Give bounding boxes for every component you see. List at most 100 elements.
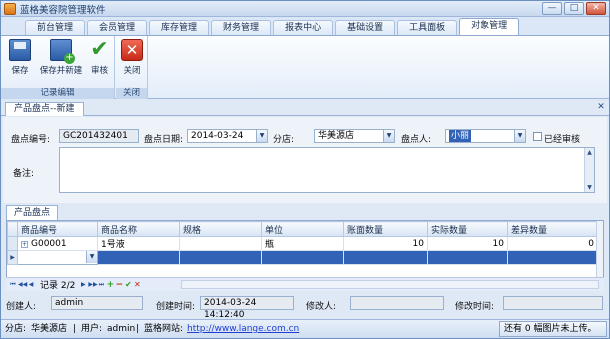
close-button[interactable]: ✕ 关闭 xyxy=(119,39,145,83)
save-and-new-button[interactable]: 保存并新建 xyxy=(36,39,86,83)
confirm-edit-icon[interactable]: ✔ xyxy=(124,280,132,289)
ribbon-group-record-edit: 保存 保存并新建 ✔ 审核 记录编辑 xyxy=(1,36,115,99)
chevron-down-icon[interactable]: ▼ xyxy=(86,251,97,263)
app-logo-icon xyxy=(4,2,16,15)
column-header-name[interactable]: 商品名称 xyxy=(97,221,180,237)
tab-tools[interactable]: 工具面板 xyxy=(397,20,458,35)
tab-reports[interactable]: 报表中心 xyxy=(273,20,334,35)
chevron-down-icon[interactable]: ▼ xyxy=(383,130,394,142)
save-and-new-label: 保存并新建 xyxy=(39,66,83,76)
delete-record-icon[interactable]: − xyxy=(115,280,124,289)
creator-field: admin xyxy=(51,296,143,310)
document-tab-bar: 产品盘点--新建 ✕ xyxy=(1,100,609,116)
cell-book-qty[interactable]: 10 xyxy=(343,236,428,251)
status-bar: 分店: 华美源店 | 用户: admin | 蓝格网站: http://www.… xyxy=(1,319,609,338)
first-record-icon[interactable]: ⏮ xyxy=(9,281,17,289)
next-record-icon[interactable]: ▶ xyxy=(79,281,87,289)
chevron-down-icon[interactable]: ▼ xyxy=(514,130,525,142)
close-group-label: 关闭 xyxy=(116,88,147,99)
tab-basic-settings[interactable]: 基础设置 xyxy=(335,20,396,35)
date-picker[interactable]: 2014-03-24 ▼ xyxy=(187,129,268,143)
audited-checkbox[interactable] xyxy=(533,132,542,141)
column-header-diff-qty[interactable]: 差异数量 xyxy=(507,221,598,237)
ribbon-group-close: ✕ 关闭 关闭 xyxy=(116,36,148,99)
new-row-cell[interactable] xyxy=(343,250,428,265)
last-record-icon[interactable]: ⏭ xyxy=(97,281,105,289)
close-icon: ✕ xyxy=(121,39,143,61)
new-row-cell[interactable] xyxy=(97,250,180,265)
audited-label: 已经审核 xyxy=(544,135,581,145)
store-label: 分店: xyxy=(273,135,295,145)
stocktake-table: 商品编号 商品名称 规格 单位 账面数量 实际数量 差异数量 + G00001 1… xyxy=(7,221,598,265)
new-row-cell[interactable] xyxy=(179,250,262,265)
product-stocktake-tab[interactable]: 产品盘点 xyxy=(6,205,59,220)
cell-code-text: G00001 xyxy=(31,238,67,249)
modifier-label: 修改人: xyxy=(306,302,337,312)
grid-horizontal-scrollbar[interactable] xyxy=(181,280,599,289)
new-row-cell[interactable] xyxy=(507,250,598,265)
add-record-icon[interactable]: + xyxy=(106,280,115,289)
row-indicator-header xyxy=(7,221,18,237)
scroll-up-icon[interactable]: ▲ xyxy=(585,148,594,157)
chevron-down-icon[interactable]: ▼ xyxy=(256,130,267,142)
code-field[interactable]: GC201432401 xyxy=(59,129,139,143)
tab-front-desk[interactable]: 前台管理 xyxy=(25,20,86,35)
status-store-value: 华美源店 xyxy=(31,324,68,334)
tab-finance[interactable]: 财务管理 xyxy=(211,20,272,35)
close-window-button[interactable]: ✕ xyxy=(586,2,606,15)
stocktake-form: 盘点编号: GC201432401 盘点日期: 2014-03-24 ▼ 分店:… xyxy=(3,117,607,203)
save-new-icon xyxy=(50,39,75,64)
new-row-cell[interactable] xyxy=(427,250,508,265)
table-row[interactable]: + G00001 1号液 瓶 10 10 0 xyxy=(7,236,598,251)
cell-code[interactable]: + G00001 xyxy=(17,236,98,251)
status-user-label: 用户: xyxy=(81,324,103,334)
remark-scrollbar[interactable]: ▲ ▼ xyxy=(584,148,594,192)
remark-label: 备注: xyxy=(13,169,35,179)
cell-unit[interactable]: 瓶 xyxy=(261,236,344,251)
close-button-label: 关闭 xyxy=(123,66,141,76)
column-header-spec[interactable]: 规格 xyxy=(179,221,262,237)
column-header-code[interactable]: 商品编号 xyxy=(17,221,98,237)
cell-name[interactable]: 1号液 xyxy=(97,236,180,251)
prev-page-icon[interactable]: ◀◀ xyxy=(18,281,27,289)
store-value: 华美源店 xyxy=(318,131,355,141)
cell-diff-qty[interactable]: 0 xyxy=(507,236,598,251)
upload-status: 还有 0 幅图片未上传。 xyxy=(499,321,607,337)
expand-row-icon[interactable]: + xyxy=(21,240,28,248)
window-controls: — □ ✕ xyxy=(542,2,606,15)
next-page-icon[interactable]: ▶▶ xyxy=(88,281,97,289)
website-link[interactable]: http://www.lange.com.cn xyxy=(187,320,299,338)
tab-inventory[interactable]: 库存管理 xyxy=(149,20,210,35)
remark-textarea[interactable]: ▲ ▼ xyxy=(59,147,595,193)
document-tab-stocktake-new[interactable]: 产品盘点--新建 xyxy=(5,102,84,116)
cancel-edit-icon[interactable]: ✕ xyxy=(133,280,141,289)
new-row-code-select[interactable]: ▼ xyxy=(17,250,98,265)
window-title: 蓝格美容院管理软件 xyxy=(20,4,106,16)
column-header-actual-qty[interactable]: 实际数量 xyxy=(427,221,508,237)
person-select[interactable]: 小丽 ▼ xyxy=(445,129,526,143)
record-edit-group-label: 记录编辑 xyxy=(1,88,114,99)
prev-record-icon[interactable]: ◀ xyxy=(27,281,35,289)
checkmark-icon: ✔ xyxy=(90,37,109,62)
tab-object-management[interactable]: 对象管理 xyxy=(459,18,520,35)
person-label: 盘点人: xyxy=(401,135,432,145)
minimize-button[interactable]: — xyxy=(542,2,562,15)
status-site-label: 蓝格网站: xyxy=(144,324,184,334)
cell-spec[interactable] xyxy=(179,236,262,251)
new-row-cell[interactable] xyxy=(261,250,344,265)
audit-info: 创建人: admin 创建时间: 2014-03-24 14:12:40 修改人… xyxy=(3,293,607,320)
modified-time-field xyxy=(503,296,603,310)
column-header-unit[interactable]: 单位 xyxy=(261,221,344,237)
scroll-down-icon[interactable]: ▼ xyxy=(585,183,594,192)
cell-actual-qty[interactable]: 10 xyxy=(427,236,508,251)
close-document-icon[interactable]: ✕ xyxy=(596,103,606,113)
store-select[interactable]: 华美源店 ▼ xyxy=(314,129,395,143)
save-button[interactable]: 保存 xyxy=(6,39,34,83)
row-indicator[interactable] xyxy=(7,236,18,251)
tab-members[interactable]: 会员管理 xyxy=(87,20,148,35)
column-header-book-qty[interactable]: 账面数量 xyxy=(343,221,428,237)
modifier-field xyxy=(350,296,444,310)
audit-button[interactable]: ✔ 审核 xyxy=(87,39,112,83)
new-row[interactable]: ▶ ▼ xyxy=(7,250,598,265)
maximize-button[interactable]: □ xyxy=(564,2,584,15)
